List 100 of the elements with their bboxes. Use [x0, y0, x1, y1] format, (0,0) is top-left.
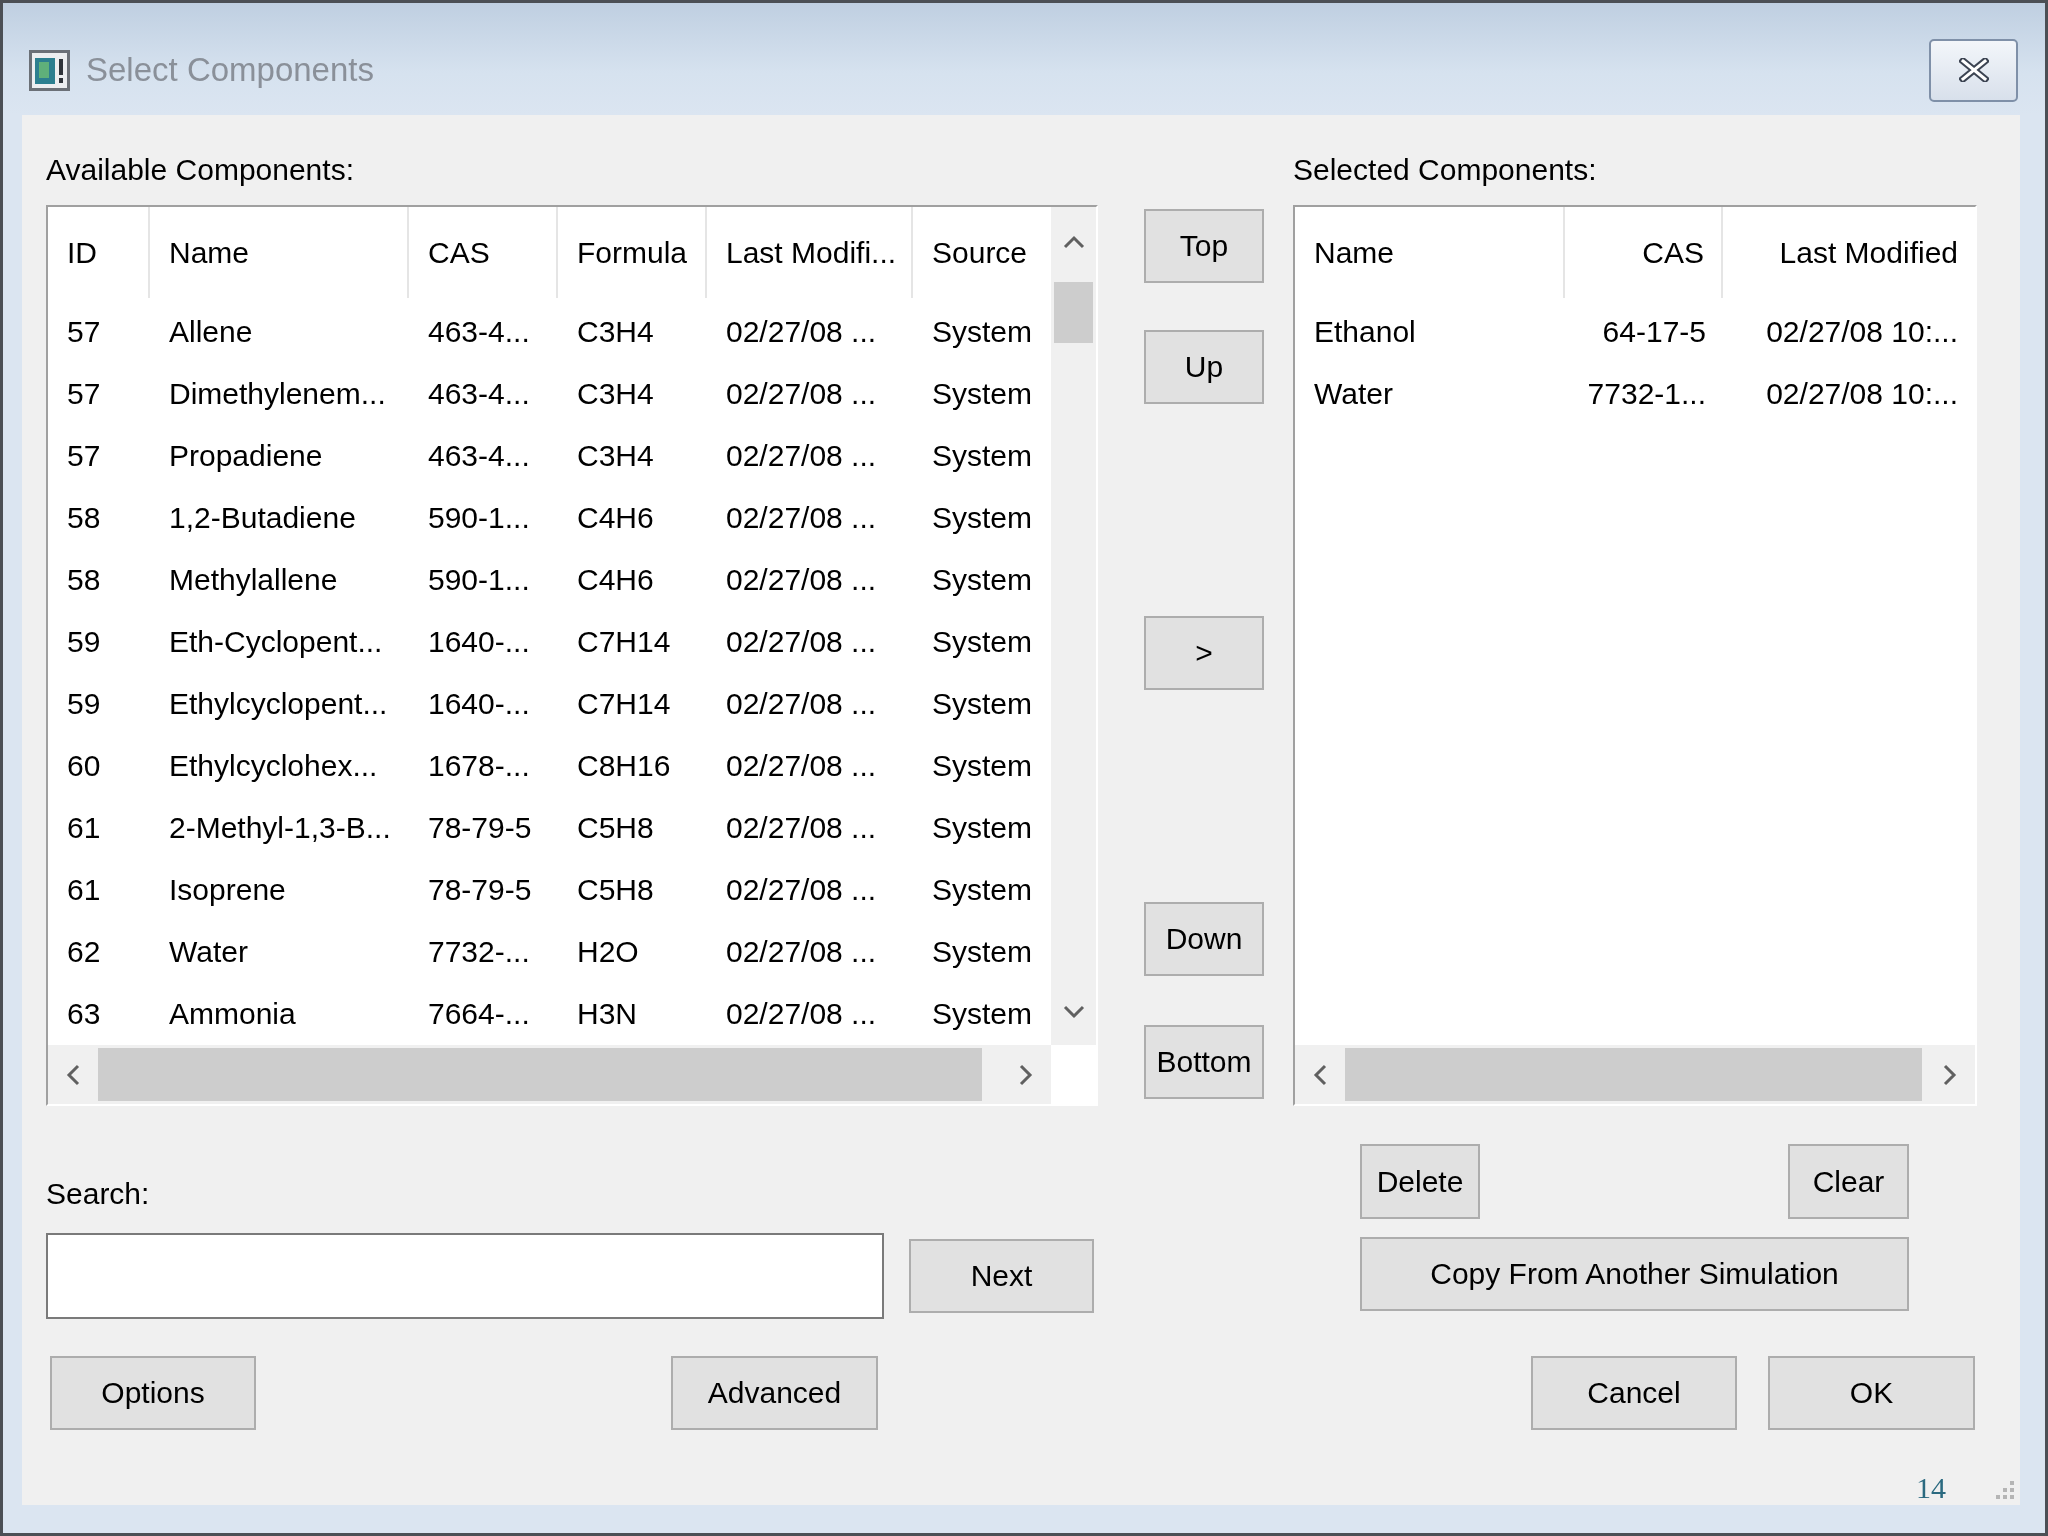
delete-button[interactable]: Delete: [1360, 1144, 1480, 1219]
search-label: Search:: [46, 1176, 150, 1212]
table-cell-text: 78-79-5: [427, 872, 533, 908]
table-cell-text: Allene: [168, 314, 254, 350]
move-down-button[interactable]: Down: [1144, 902, 1264, 976]
table-cell-text: 463-4...: [427, 438, 531, 474]
add-button[interactable]: >: [1144, 616, 1264, 690]
table-cell-text: 59: [66, 686, 102, 722]
table-cell-text: System: [931, 934, 1034, 970]
move-up-button[interactable]: Up: [1144, 330, 1264, 404]
window-title: Select Components: [86, 51, 374, 89]
horizontal-scrollbar[interactable]: [48, 1045, 1051, 1104]
table-cell-text: 78-79-5: [427, 810, 533, 846]
table-cell-text: 02/27/08 ...: [725, 376, 878, 412]
table-cell-text: 2-Methyl-1,3-B...: [168, 810, 392, 846]
clear-button[interactable]: Clear: [1788, 1144, 1909, 1219]
table-cell-text: 463-4...: [427, 376, 531, 412]
table-cell-text: 57: [66, 376, 102, 412]
table-cell-text: System: [931, 686, 1034, 722]
move-bottom-button[interactable]: Bottom: [1144, 1025, 1264, 1099]
table-cell-text: 02/27/08 ...: [725, 810, 878, 846]
options-button[interactable]: Options: [50, 1356, 256, 1430]
table-cell-text: 7732-1...: [1586, 376, 1707, 412]
page-number: 14: [1916, 1471, 1946, 1505]
table-cell-text: C3H4: [576, 376, 655, 412]
table-cell-text: 02/27/08 ...: [725, 314, 878, 350]
ok-button[interactable]: OK: [1768, 1356, 1975, 1430]
advanced-button[interactable]: Advanced: [671, 1356, 878, 1430]
table-cell-text: 58: [66, 500, 102, 536]
table-cell-text: 02/27/08 10:...: [1765, 314, 1959, 350]
table-cell-text: C7H14: [576, 686, 672, 722]
table-cell-text: 02/27/08 10:...: [1765, 376, 1959, 412]
table-cell-text: 62: [66, 934, 102, 970]
table-cell-text: 1640-...: [427, 686, 531, 722]
table-cell-text: Dimethylenem...: [168, 376, 387, 412]
table-cell-text: System: [931, 500, 1034, 536]
table-cell-text: C3H4: [576, 438, 655, 474]
column-header[interactable]: ID: [48, 207, 150, 298]
scrollbar-thumb[interactable]: [1345, 1048, 1922, 1101]
column-header[interactable]: CAS: [1565, 207, 1723, 298]
column-header[interactable]: CAS: [409, 207, 558, 298]
table-cell-text: 02/27/08 ...: [725, 748, 878, 784]
up-chevron-icon[interactable]: [1062, 235, 1085, 249]
table-cell-text: 02/27/08 ...: [725, 872, 878, 908]
table-cell-text: 1640-...: [427, 624, 531, 660]
column-header[interactable]: Last Modifi...: [707, 207, 913, 298]
table-cell-text: 7664-...: [427, 996, 531, 1032]
column-header[interactable]: Formula: [558, 207, 707, 298]
table-cell-text: 58: [66, 562, 102, 598]
table-cell-text: System: [931, 996, 1034, 1032]
column-header[interactable]: Source: [913, 207, 1051, 298]
table-cell-text: 60: [66, 748, 102, 784]
table-cell-text: 02/27/08 ...: [725, 996, 878, 1032]
right-chevron-icon[interactable]: [1019, 1063, 1033, 1086]
table-cell-text: System: [931, 872, 1034, 908]
available-components-label: Available Components:: [46, 152, 354, 188]
scrollbar-thumb[interactable]: [98, 1048, 982, 1101]
close-button[interactable]: [1929, 38, 2018, 102]
table-cell-text: Water: [168, 934, 249, 970]
table-cell-text: H3N: [576, 996, 638, 1032]
table-cell-text: 57: [66, 314, 102, 350]
right-chevron-icon[interactable]: [1943, 1063, 1957, 1086]
copy-button[interactable]: Copy From Another Simulation: [1360, 1237, 1909, 1311]
table-cell-text: 59: [66, 624, 102, 660]
table-cell-text: C5H8: [576, 872, 655, 908]
vertical-scrollbar[interactable]: [1051, 207, 1096, 1045]
table-cell-text: 590-1...: [427, 500, 531, 536]
table-cell-text: 02/27/08 ...: [725, 686, 878, 722]
left-chevron-icon[interactable]: [66, 1063, 80, 1086]
table-cell-text: 02/27/08 ...: [725, 438, 878, 474]
table-cell-text: 463-4...: [427, 314, 531, 350]
column-header[interactable]: Last Modified: [1723, 207, 1975, 298]
column-header[interactable]: Name: [1295, 207, 1565, 298]
next-button[interactable]: Next: [909, 1239, 1094, 1313]
table-cell-text: 1678-...: [427, 748, 531, 784]
table-cell-text: 64-17-5: [1601, 314, 1707, 350]
close-icon: [1958, 58, 1989, 82]
down-chevron-icon[interactable]: [1062, 1005, 1085, 1019]
table-cell-text: Propadiene: [168, 438, 324, 474]
table-cell-text: 61: [66, 810, 102, 846]
scrollbar-thumb[interactable]: [1054, 282, 1093, 343]
table-cell-text: 590-1...: [427, 562, 531, 598]
table-cell-text: System: [931, 810, 1034, 846]
column-header[interactable]: Name: [150, 207, 409, 298]
move-top-button[interactable]: Top: [1144, 209, 1264, 283]
table-cell-text: Ammonia: [168, 996, 297, 1032]
table-cell-text: Isoprene: [168, 872, 287, 908]
search-field[interactable]: [46, 1233, 884, 1319]
table-cell-text: Ethanol: [1313, 314, 1417, 350]
horizontal-scrollbar[interactable]: [1295, 1045, 1975, 1104]
table-cell-text: C4H6: [576, 500, 655, 536]
table-cell-text: 57: [66, 438, 102, 474]
table-cell-text: Eth-Cyclopent...: [168, 624, 384, 660]
table-cell-text: C5H8: [576, 810, 655, 846]
table-cell-text: 7732-...: [427, 934, 531, 970]
size-grip-icon[interactable]: [1995, 1480, 2015, 1500]
table-cell-text: System: [931, 748, 1034, 784]
cancel-button[interactable]: Cancel: [1531, 1356, 1737, 1430]
table-cell-text: C8H16: [576, 748, 672, 784]
left-chevron-icon[interactable]: [1313, 1063, 1327, 1086]
